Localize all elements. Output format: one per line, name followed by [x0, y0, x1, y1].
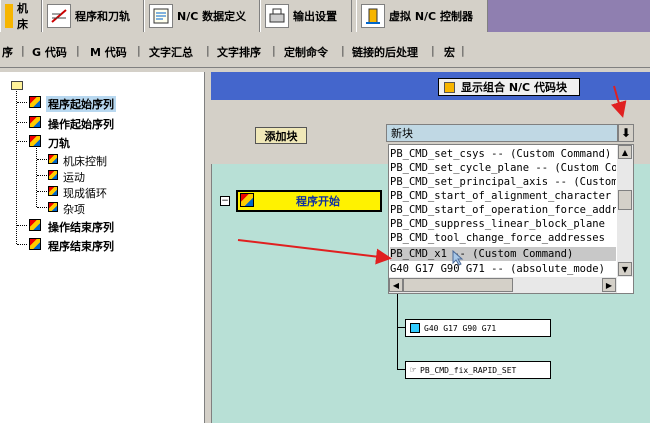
subtab-word-sequencing[interactable]: 文字排序	[217, 44, 261, 60]
connector-line	[397, 294, 398, 370]
separator: |	[272, 44, 276, 57]
tree-item-canned-cycle[interactable]: 现成循环	[63, 185, 107, 201]
tab-virtual-nc[interactable]: 虚拟 N/C 控制器	[356, 0, 488, 32]
tree-item-operation-start[interactable]: 操作起始序列	[48, 116, 114, 132]
separator: |	[137, 44, 141, 57]
program-start-block[interactable]: 程序开始	[236, 190, 382, 212]
tab-nc-data[interactable]: N/C 数据定义	[144, 0, 260, 32]
scroll-right-icon[interactable]: ▶	[602, 278, 616, 292]
subtab-macro[interactable]: 宏	[444, 44, 455, 60]
toolpath-icon	[29, 135, 41, 147]
machine-icon	[5, 4, 13, 28]
tree-item-operation-end[interactable]: 操作结束序列	[48, 219, 114, 235]
virtual-nc-icon	[361, 4, 385, 28]
list-item[interactable]: G40 G17 G90 G71 -- (absolute_mode)	[390, 262, 616, 276]
list-item[interactable]: PB_CMD_start_of_operation_force_addresse…	[390, 203, 616, 217]
list-item[interactable]: PB_CMD_start_of_alignment_character	[390, 189, 616, 203]
separator: |	[461, 44, 465, 57]
tree-item-motion[interactable]: 运动	[63, 169, 85, 185]
program-icon	[47, 4, 71, 28]
separator: |	[76, 44, 80, 57]
separator: |	[21, 44, 25, 57]
root-folder-icon	[11, 81, 23, 90]
separator: |	[206, 44, 210, 57]
top-tab-bar-background	[488, 0, 650, 32]
subtab-linked-posts[interactable]: 链接的后处理	[352, 44, 418, 60]
work-header	[211, 72, 650, 100]
motion-icon	[48, 170, 58, 180]
separator: |	[431, 44, 435, 57]
program-start-block-icon	[240, 193, 254, 207]
tree-item-program-start[interactable]: 程序起始序列	[46, 96, 116, 112]
subtab-g-code[interactable]: G 代码	[32, 44, 67, 60]
operation-start-icon	[29, 116, 41, 128]
red-arrow-annotation	[611, 85, 627, 118]
tree-item-program-end[interactable]: 程序结束序列	[48, 238, 114, 254]
show-combined-nc-button[interactable]: 显示组合 N/C 代码块	[438, 78, 580, 96]
tree-item-misc[interactable]: 杂项	[63, 201, 85, 217]
subtab-m-code[interactable]: M 代码	[90, 44, 127, 60]
mouse-cursor-icon	[452, 250, 464, 266]
checkbox-icon	[444, 81, 455, 93]
horizontal-scroll-thumb[interactable]	[403, 278, 513, 292]
dropdown-arrow-icon[interactable]: ⬇	[618, 124, 634, 142]
misc-icon	[48, 202, 58, 212]
subtab-custom-command[interactable]: 定制命令	[284, 44, 328, 60]
connector-line	[397, 369, 405, 370]
program-end-icon	[29, 238, 41, 250]
operation-end-icon	[29, 219, 41, 231]
list-item[interactable]: PB_CMD_set_cycle_plane -- (Custom Comman…	[390, 161, 616, 175]
machine-control-icon	[48, 154, 58, 164]
tree-item-toolpath[interactable]: 刀轨	[48, 135, 70, 151]
nc-block-g40[interactable]: G40 G17 G90 G71	[405, 319, 551, 337]
tree-item-machine-control[interactable]: 机床控制	[63, 153, 107, 169]
subtab-sequence[interactable]: 序	[2, 44, 13, 60]
printer-icon	[265, 4, 289, 28]
vertical-scrollbar[interactable]	[617, 145, 633, 277]
separator: |	[341, 44, 345, 57]
subtab-word-summary[interactable]: 文字汇总	[149, 44, 193, 60]
list-item[interactable]: PB_CMD_set_csys -- (Custom Command)	[390, 147, 616, 161]
new-block-combobox[interactable]: 新块	[386, 124, 618, 142]
red-arrow-annotation	[237, 239, 392, 265]
hand-icon: ☞	[410, 364, 417, 376]
canned-cycle-icon	[48, 186, 58, 196]
tab-program[interactable]: 程序和刀轨	[42, 0, 144, 32]
connector-line	[397, 327, 405, 328]
scroll-down-icon[interactable]: ▼	[618, 262, 632, 276]
list-item[interactable]: PB_CMD_set_principal_axis -- (Custom Com…	[390, 175, 616, 189]
nc-data-icon	[149, 4, 173, 28]
scroll-left-icon[interactable]: ◀	[389, 278, 403, 292]
list-item[interactable]: PB_CMD_tool_change_force_addresses	[390, 231, 616, 245]
tab-machine[interactable]: 机床	[0, 0, 42, 32]
list-item[interactable]: PB_CMD_suppress_linear_block_plane	[390, 217, 616, 231]
custom-command-fix-rapid[interactable]: ☞ PB_CMD_fix_RAPID_SET	[405, 361, 551, 379]
list-item-selected[interactable]: PB_CMD_x1 -- (Custom Command)	[390, 247, 616, 261]
tab-output[interactable]: 输出设置	[260, 0, 352, 32]
scroll-up-icon[interactable]: ▲	[618, 145, 632, 159]
program-start-icon	[29, 96, 41, 108]
collapse-icon[interactable]: −	[220, 196, 230, 206]
block-icon	[410, 323, 420, 333]
vertical-scroll-thumb[interactable]	[618, 190, 632, 210]
add-block-button[interactable]: 添加块	[255, 127, 307, 144]
